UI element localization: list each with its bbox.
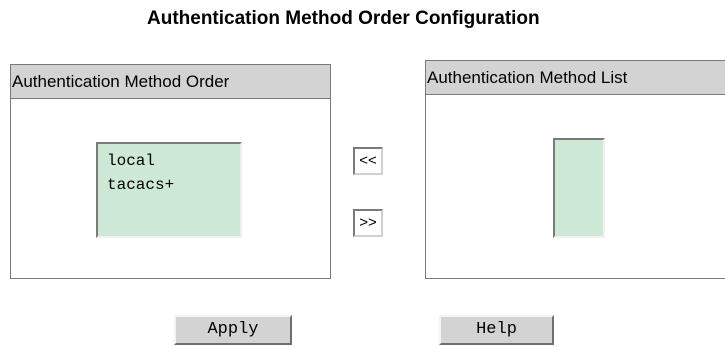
method-list-panel-header: Authentication Method List <box>426 61 725 95</box>
help-button[interactable]: Help <box>439 315 554 345</box>
method-order-listbox[interactable]: local tacacs+ <box>96 142 242 238</box>
method-order-panel-header: Authentication Method Order <box>11 65 330 99</box>
auth-method-order-page: Authentication Method Order Configuratio… <box>0 0 725 347</box>
list-item[interactable]: tacacs+ <box>98 173 240 197</box>
list-item[interactable]: local <box>98 149 240 173</box>
method-list-listbox[interactable] <box>553 138 605 238</box>
move-left-button[interactable]: << <box>353 147 383 175</box>
move-right-button[interactable]: >> <box>353 209 383 237</box>
apply-button[interactable]: Apply <box>174 315 292 345</box>
page-title: Authentication Method Order Configuratio… <box>147 8 540 29</box>
